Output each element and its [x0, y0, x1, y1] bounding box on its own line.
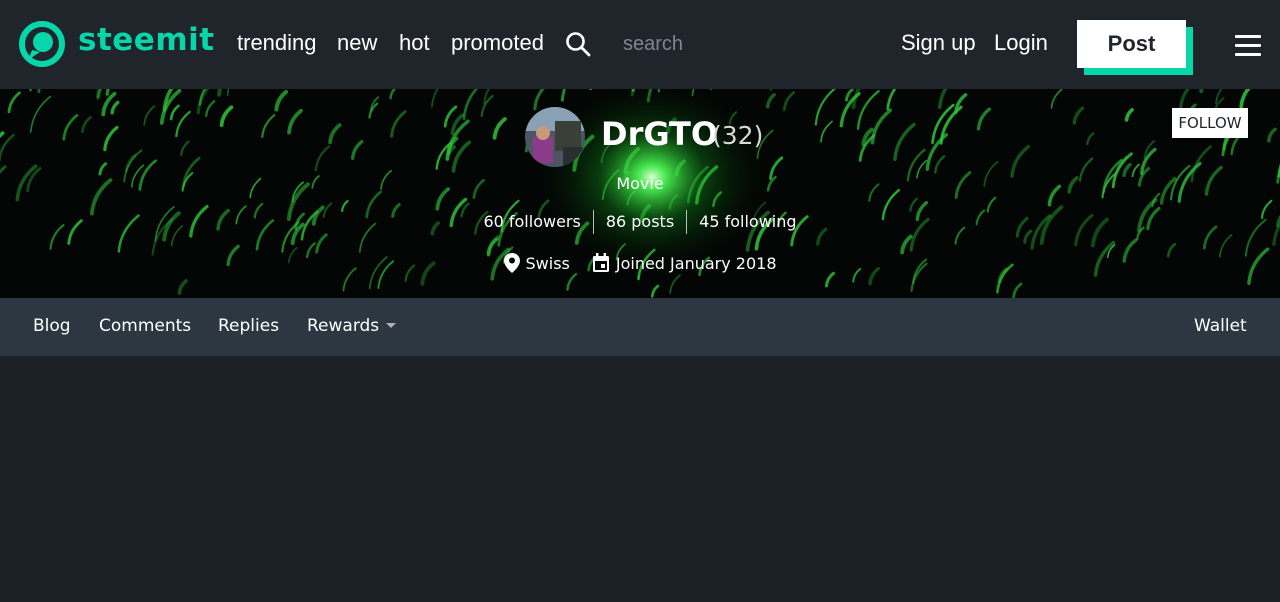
- calendar-icon: [592, 253, 609, 272]
- profile-meta: Swiss Joined January 2018: [0, 253, 1280, 273]
- tab-rewards[interactable]: Rewards: [307, 316, 379, 336]
- avatar[interactable]: [525, 107, 585, 167]
- search-icon[interactable]: [565, 31, 591, 57]
- profile-stats: 60 followers 86 posts 45 following: [0, 210, 1280, 234]
- posts-count[interactable]: 86 posts: [594, 210, 686, 234]
- joined-text: Joined January 2018: [615, 253, 777, 273]
- profile-location: Swiss: [503, 253, 570, 273]
- tab-replies[interactable]: Replies: [218, 316, 279, 336]
- profile-about: Movie: [616, 174, 664, 193]
- following-count[interactable]: 45 following: [687, 210, 808, 234]
- hamburger-menu-icon[interactable]: [1235, 35, 1261, 57]
- chevron-down-icon[interactable]: [386, 323, 396, 328]
- profile-content-area: [0, 356, 1280, 602]
- profile-joined: Joined January 2018: [592, 253, 777, 273]
- top-header: steemit trending new hot promoted Sign u…: [0, 0, 1280, 89]
- nav-hot[interactable]: hot: [399, 30, 430, 56]
- profile-username: DrGTO: [601, 115, 719, 153]
- brand-name[interactable]: steemit: [78, 22, 215, 58]
- signup-link[interactable]: Sign up: [901, 30, 976, 56]
- login-link[interactable]: Login: [994, 30, 1048, 56]
- steemit-logo-icon[interactable]: [18, 20, 66, 68]
- post-button[interactable]: Post: [1077, 20, 1186, 68]
- location-pin-icon: [503, 253, 520, 273]
- nav-new[interactable]: new: [337, 30, 377, 56]
- post-button-wrapper: Post: [1077, 20, 1194, 76]
- profile-tabs: Blog Comments Replies Rewards Wallet: [0, 298, 1280, 356]
- nav-promoted[interactable]: promoted: [451, 30, 544, 56]
- followers-count[interactable]: 60 followers: [471, 210, 592, 234]
- follow-button[interactable]: FOLLOW: [1172, 108, 1248, 138]
- nav-trending[interactable]: trending: [237, 30, 317, 56]
- tab-blog[interactable]: Blog: [33, 316, 71, 336]
- tab-wallet[interactable]: Wallet: [1194, 316, 1247, 336]
- profile-cover: DrGTO (32) Movie 60 followers 86 posts 4…: [0, 89, 1280, 298]
- search-input[interactable]: [611, 27, 851, 61]
- location-text: Swiss: [525, 253, 570, 273]
- reputation-score: (32): [712, 121, 764, 150]
- tab-comments[interactable]: Comments: [99, 316, 191, 336]
